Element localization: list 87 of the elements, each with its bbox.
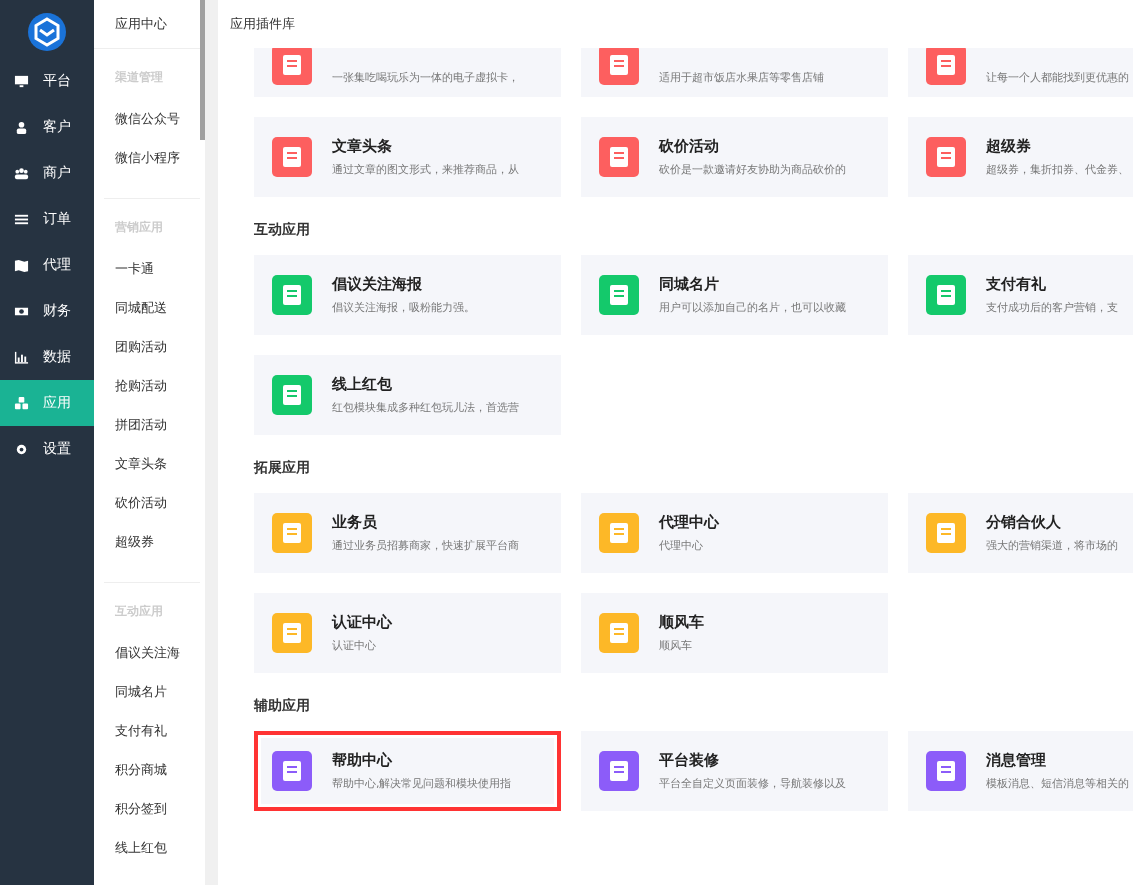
card-description: 让每一个人都能找到更优惠的 <box>986 70 1129 85</box>
app-card[interactable]: 线上红包 红包模块集成多种红包玩儿法，首选营 <box>254 355 561 435</box>
card-title: 顺风车 <box>659 613 704 632</box>
card-description: 认证中心 <box>332 638 377 653</box>
card-description: 通过业务员招募商家，快速扩展平台商 <box>332 538 519 553</box>
app-card[interactable]: 认证中心 认证中心 <box>254 593 561 673</box>
app-card[interactable]: 同城名片 用户可以添加自己的名片，也可以收藏 <box>581 255 888 335</box>
nav-item[interactable]: 财务 <box>0 288 94 334</box>
cubes-icon <box>14 395 29 411</box>
card-title: 代理中心 <box>659 513 719 532</box>
app-card[interactable]: 消息管理 模板消息、短信消息等相关的 <box>908 731 1133 811</box>
app-card[interactable]: 分销合伙人 强大的营销渠道，将市场的 <box>908 493 1133 573</box>
nav-item[interactable]: 订单 <box>0 196 94 242</box>
card-title: 支付有礼 <box>986 275 1047 294</box>
card-title: 认证中心 <box>332 613 392 632</box>
user-icon <box>14 119 29 135</box>
users-icon <box>14 165 29 181</box>
submenu-item[interactable]: 积分商城 <box>104 761 200 800</box>
app-card[interactable]: 顺风车 顺风车 <box>581 593 888 673</box>
nav-item[interactable]: 数据 <box>0 334 94 380</box>
card-title: 超级券 <box>986 137 1032 156</box>
card-description: 一张集吃喝玩乐为一体的电子虚拟卡， <box>332 70 519 85</box>
chart-icon <box>14 349 29 365</box>
nav-item[interactable]: 代理 <box>0 242 94 288</box>
app-card[interactable]: 帮助中心 帮助中心,解决常见问题和模块使用指 <box>254 731 561 811</box>
card-description: 支付成功后的客户营销，支 <box>986 300 1118 315</box>
monitor-icon <box>14 73 29 89</box>
submenu-item[interactable]: 微信小程序 <box>104 149 200 188</box>
map-icon <box>14 257 29 273</box>
submenu-item[interactable]: 超级券 <box>104 533 200 572</box>
card-description: 顺风车 <box>659 638 693 653</box>
card-description: 平台全自定义页面装修，导航装修以及 <box>659 776 846 791</box>
section-title: 辅助应用 <box>254 696 311 715</box>
section-title: 拓展应用 <box>254 458 311 477</box>
submenu-item[interactable]: 团购活动 <box>104 338 200 377</box>
nav-item[interactable]: 设置 <box>0 426 94 472</box>
card-description: 砍价是一款邀请好友协助为商品砍价的 <box>659 162 846 177</box>
section-title: 互动应用 <box>254 220 311 239</box>
card-description: 帮助中心,解决常见问题和模块使用指 <box>332 776 512 791</box>
card-title: 同城名片 <box>659 275 720 294</box>
card-title: 业务员 <box>332 513 378 532</box>
app-card[interactable]: 适用于超市饭店水果店等零售店铺 <box>581 48 888 97</box>
app-card[interactable]: 支付有礼 支付成功后的客户营销，支 <box>908 255 1133 335</box>
page-title: 应用插件库 <box>230 15 295 33</box>
card-description: 代理中心 <box>659 538 704 553</box>
card-title: 分销合伙人 <box>986 513 1062 532</box>
submenu-item[interactable]: 支付有礼 <box>104 722 200 761</box>
card-title: 倡议关注海报 <box>332 275 423 294</box>
card-description: 模板消息、短信消息等相关的 <box>986 776 1129 791</box>
submenu-item[interactable]: 倡议关注海 <box>104 644 200 683</box>
app-card[interactable]: 让每一个人都能找到更优惠的 <box>908 48 1133 97</box>
submenu-item[interactable]: 砍价活动 <box>104 494 200 533</box>
card-description: 适用于超市饭店水果店等零售店铺 <box>659 70 824 85</box>
card-title: 平台装修 <box>659 751 720 770</box>
card-description: 红包模块集成多种红包玩儿法，首选营 <box>332 400 519 415</box>
nav-item[interactable]: 客户 <box>0 104 94 150</box>
nav-item[interactable]: 平台 <box>0 58 94 104</box>
card-description: 通过文章的图文形式，来推荐商品，从 <box>332 162 519 177</box>
app-card[interactable]: 一张集吃喝玩乐为一体的电子虚拟卡， <box>254 48 561 97</box>
card-description: 超级券，集折扣券、代金券、 <box>986 162 1129 177</box>
app-card[interactable]: 超级券 超级券，集折扣券、代金券、 <box>908 117 1133 197</box>
submenu-item[interactable]: 积分签到 <box>104 800 200 839</box>
card-title: 帮助中心 <box>332 751 393 770</box>
app-card[interactable]: 代理中心 代理中心 <box>581 493 888 573</box>
submenu-item[interactable]: 文章头条 <box>104 455 200 494</box>
submenu-item[interactable]: 微信公众号 <box>104 110 200 149</box>
card-description: 倡议关注海报，吸粉能力强。 <box>332 300 475 315</box>
card-description: 强大的营销渠道，将市场的 <box>986 538 1118 553</box>
app-card[interactable]: 业务员 通过业务员招募商家，快速扩展平台商 <box>254 493 561 573</box>
submenu-item[interactable]: 拼团活动 <box>104 416 200 455</box>
card-description: 用户可以添加自己的名片，也可以收藏 <box>659 300 846 315</box>
app-card[interactable]: 文章头条 通过文章的图文形式，来推荐商品，从 <box>254 117 561 197</box>
submenu-item[interactable]: 同城配送 <box>104 299 200 338</box>
submenu-item[interactable]: 线上红包 <box>104 839 200 878</box>
nav-item[interactable]: 商户 <box>0 150 94 196</box>
card-title: 线上红包 <box>332 375 393 394</box>
card-title: 消息管理 <box>986 751 1047 770</box>
card-title: 文章头条 <box>332 137 393 156</box>
submenu-item[interactable]: 同城名片 <box>104 683 200 722</box>
app-card[interactable]: 平台装修 平台全自定义页面装修，导航装修以及 <box>581 731 888 811</box>
card-title: 砍价活动 <box>659 137 720 156</box>
submenu-item[interactable]: 一卡通 <box>104 260 200 299</box>
app-card[interactable]: 倡议关注海报 倡议关注海报，吸粉能力强。 <box>254 255 561 335</box>
logo-icon <box>27 12 67 52</box>
app-card[interactable]: 砍价活动 砍价是一款邀请好友协助为商品砍价的 <box>581 117 888 197</box>
submenu-item[interactable]: 抢购活动 <box>104 377 200 416</box>
scrollbar-thumb[interactable] <box>200 0 205 140</box>
